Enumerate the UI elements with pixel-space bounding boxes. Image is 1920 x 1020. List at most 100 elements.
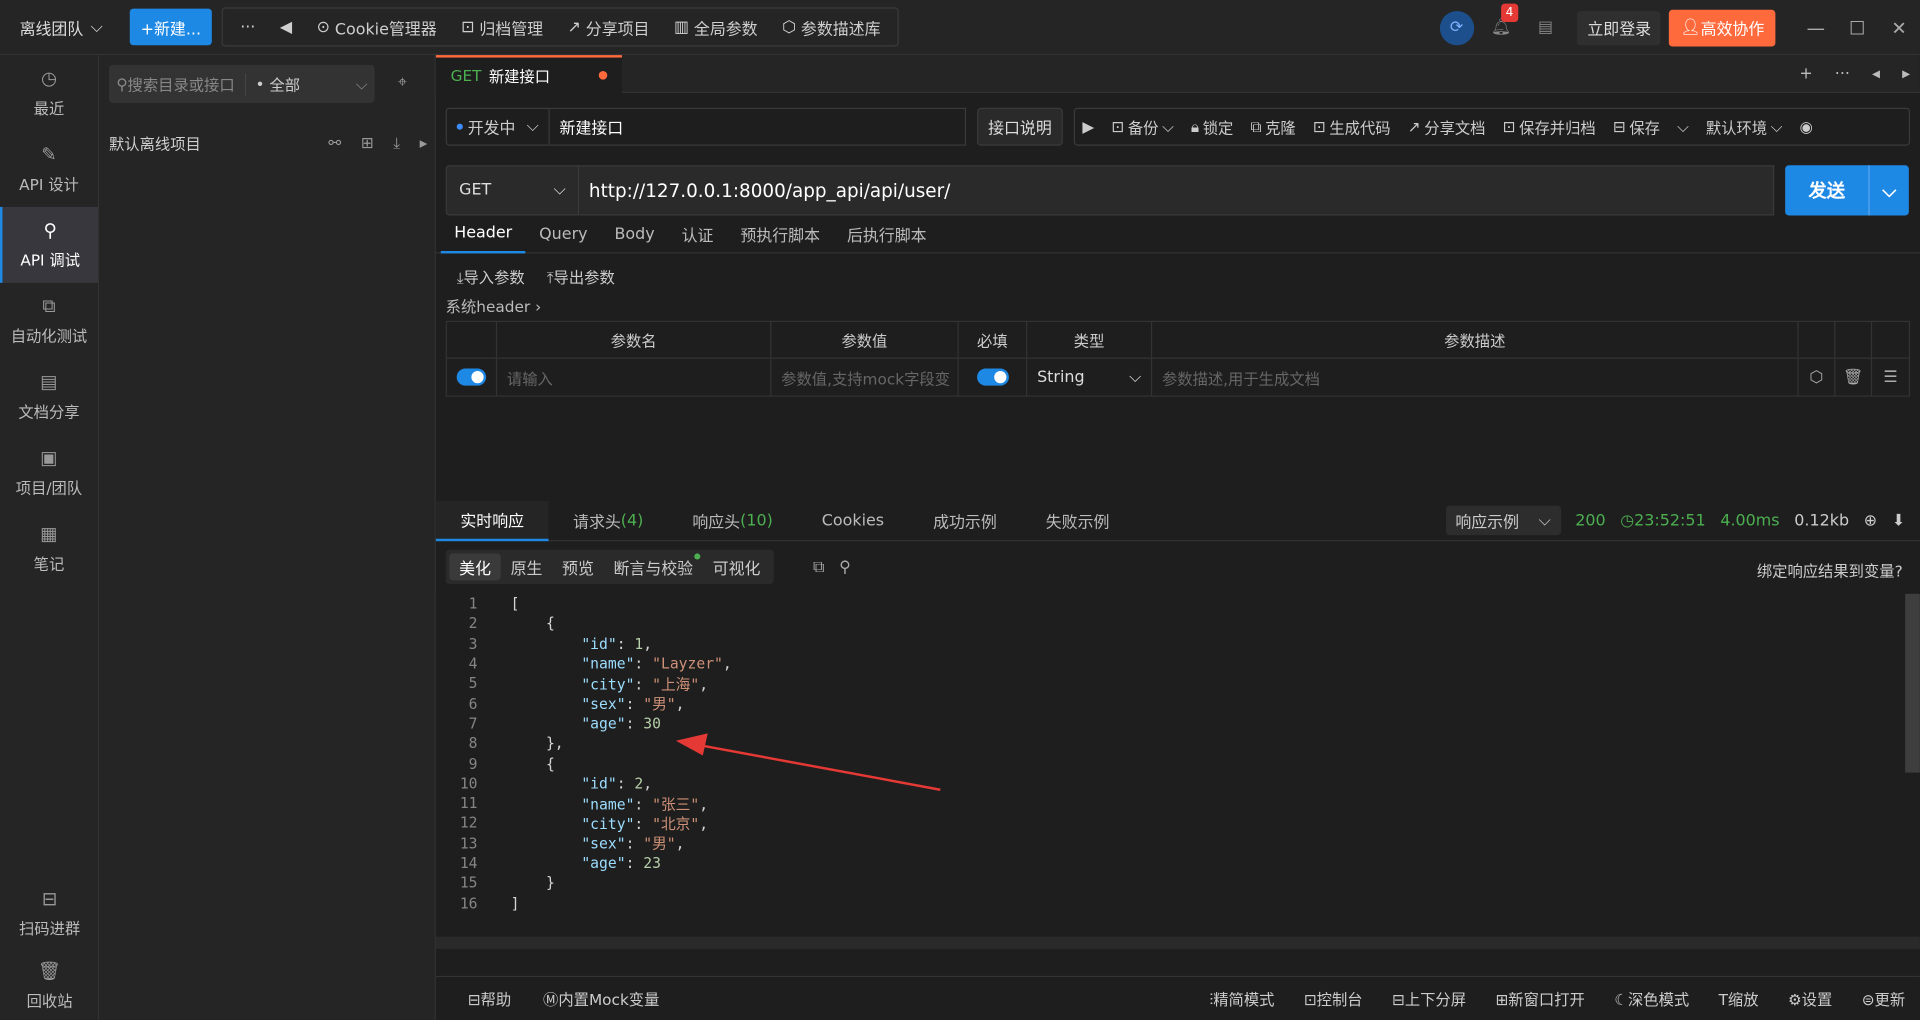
api-desc-button[interactable]: 接口说明	[977, 107, 1063, 146]
vertical-scrollbar[interactable]	[1905, 593, 1920, 773]
tab-query[interactable]: Query	[526, 215, 601, 253]
save-button[interactable]: ⊟ 保存	[1613, 115, 1660, 138]
expand-icon[interactable]: ▸	[420, 133, 428, 153]
help-button[interactable]: ⊟帮助	[468, 987, 511, 1010]
update-button[interactable]: ⊜更新	[1862, 987, 1905, 1010]
param-value-input[interactable]: 参数值,支持mock字段变	[771, 358, 959, 396]
tab-auth[interactable]: 认证	[668, 215, 727, 253]
gen-code-button[interactable]: ⊡ 生成代码	[1313, 115, 1391, 138]
close-icon[interactable]: ✕	[1878, 17, 1920, 39]
collab-button[interactable]: 👤︎ 高效协作	[1669, 9, 1776, 46]
view-assert[interactable]: 断言与校验	[604, 553, 703, 580]
env-select[interactable]: 默认环境 ⌵	[1706, 115, 1783, 138]
new-button[interactable]: +新建...	[129, 8, 213, 46]
system-header-toggle[interactable]: 系统header ›	[446, 294, 542, 317]
api-name-input[interactable]: 新建接口	[549, 107, 967, 146]
status-select[interactable]: 开发中 ⌵	[445, 107, 550, 146]
backup-button[interactable]: ⊡ 备份 ⌵	[1111, 115, 1173, 138]
settings-button[interactable]: ⚙设置	[1788, 987, 1832, 1010]
add-tab-icon[interactable]: +	[1799, 64, 1812, 82]
compact-mode-button[interactable]: ⫶精简模式	[1209, 987, 1274, 1010]
nav-qr-group[interactable]: ⊟ 扫码进群	[0, 875, 99, 951]
param-library-button[interactable]: ⬡ 参数描述库	[772, 15, 890, 39]
nav-doc-share[interactable]: ▤ 文档分享	[0, 359, 98, 435]
dark-mode-button[interactable]: ☾深色模式	[1614, 987, 1689, 1010]
new-folder-icon[interactable]: ⊞	[361, 133, 374, 153]
required-toggle[interactable]	[976, 368, 1009, 386]
example-select[interactable]: 响应示例 ⌵	[1445, 505, 1561, 536]
globe-icon[interactable]: ⊕	[1864, 511, 1877, 529]
bell-icon[interactable]: 🔔︎ 4	[1491, 3, 1519, 37]
download-icon[interactable]: ⬇	[1892, 511, 1905, 529]
maximize-icon[interactable]: ☐	[1837, 17, 1879, 39]
tab-realtime-response[interactable]: 实时响应	[435, 500, 549, 541]
project-row[interactable]: 默认离线项目 ⚯ ⊞ ⤓ ▸	[109, 131, 427, 154]
add-api-icon[interactable]: ⚯	[328, 133, 341, 153]
drag-handle-icon[interactable]: ☰	[1872, 359, 1909, 396]
tab-body[interactable]: Body	[601, 215, 668, 253]
horizontal-scrollbar[interactable]	[435, 936, 1920, 949]
collapse-left-icon[interactable]: ◀	[270, 18, 302, 36]
response-code-editor[interactable]: 1[ 2 { 3 "id": 1, 4 "name": "Layzer", 5 …	[435, 593, 1920, 932]
tab-header[interactable]: Header	[440, 215, 526, 253]
locate-icon[interactable]: ⌖	[398, 73, 407, 91]
save-archive-button[interactable]: ⊡ 保存并归档	[1503, 115, 1596, 138]
more-icon[interactable]: ···	[1835, 64, 1850, 82]
prev-tab-icon[interactable]: ◂	[1872, 64, 1880, 82]
archive-button[interactable]: ⊡ 归档管理	[451, 15, 553, 39]
mock-vars-button[interactable]: Ⓜ内置Mock变量	[543, 987, 659, 1010]
new-window-button[interactable]: ⊞新窗口打开	[1495, 987, 1584, 1010]
tab-success-example[interactable]: 成功示例	[909, 500, 1022, 540]
view-raw[interactable]: 原生	[501, 553, 552, 580]
download-icon[interactable]: ⤓	[393, 133, 400, 153]
share-project-button[interactable]: ↗ 分享项目	[558, 15, 660, 39]
split-view-button[interactable]: ⊟上下分屏	[1392, 987, 1466, 1010]
tab-pre-script[interactable]: 预执行脚本	[727, 215, 834, 253]
global-params-button[interactable]: ▥ 全局参数	[664, 15, 767, 39]
cookie-manager-button[interactable]: ⊙ Cookie管理器	[307, 15, 447, 39]
share-doc-button[interactable]: ↗ 分享文档	[1408, 115, 1486, 138]
tab-new-api[interactable]: GET 新建接口	[435, 54, 622, 93]
nav-project-team[interactable]: ▣ 项目/团队	[0, 435, 98, 511]
copy-icon[interactable]: ⧉	[813, 558, 824, 576]
cube-icon[interactable]: ⬡	[1799, 358, 1836, 396]
nav-notes[interactable]: ▦ 笔记	[0, 511, 98, 587]
more-icon[interactable]: ···	[230, 18, 265, 36]
nav-auto-test[interactable]: ⧉ 自动化测试	[0, 283, 98, 359]
import-params-button[interactable]: ⤓导入参数	[457, 264, 525, 287]
tab-response-headers[interactable]: 响应头 (10)	[668, 500, 797, 540]
export-params-button[interactable]: ⤒导出参数	[547, 264, 615, 287]
nav-api-debug[interactable]: ⚲ API 调试	[0, 206, 98, 283]
bind-variable-link[interactable]: 绑定响应结果到变量?	[1757, 558, 1903, 581]
chevron-down-icon[interactable]: ⌵	[1868, 165, 1908, 216]
zoom-button[interactable]: T缩放	[1719, 987, 1759, 1010]
minimize-icon[interactable]: —	[1795, 17, 1837, 39]
search-input[interactable]: 搜索目录或接口	[128, 72, 235, 95]
view-preview[interactable]: 预览	[552, 553, 603, 580]
run-icon[interactable]: ▶	[1082, 118, 1094, 136]
team-selector[interactable]: 离线团队 ⌵	[0, 0, 122, 54]
delete-icon[interactable]: 🗑︎	[1835, 358, 1873, 396]
nav-trash[interactable]: 🗑︎ 回收站	[0, 951, 99, 1020]
tab-fail-example[interactable]: 失败示例	[1021, 500, 1134, 540]
enable-toggle[interactable]	[456, 368, 487, 386]
view-pretty[interactable]: 美化	[449, 553, 501, 581]
filter-select[interactable]: • 全部	[255, 72, 300, 95]
save-dropdown-icon[interactable]: ⌵	[1677, 117, 1689, 137]
param-name-input[interactable]: 请输入	[497, 358, 772, 396]
send-button[interactable]: 发送 ⌵	[1785, 165, 1909, 216]
tab-request-headers[interactable]: 请求头 (4)	[549, 500, 668, 540]
notes-icon[interactable]: ▤	[1538, 18, 1553, 36]
param-desc-input[interactable]: 参数描述,用于生成文档	[1152, 358, 1799, 396]
search-icon[interactable]: ⚲	[839, 558, 851, 576]
search-box[interactable]: ⚲ 搜索目录或接口 • 全部 ⌵	[108, 64, 375, 103]
tab-cookies[interactable]: Cookies	[797, 500, 908, 540]
url-input[interactable]: http://127.0.0.1:8000/app_api/api/user/	[579, 165, 1775, 216]
sync-icon[interactable]: ⟳	[1439, 10, 1474, 45]
nav-api-design[interactable]: ✎ API 设计	[0, 131, 98, 207]
console-button[interactable]: ⊡控制台	[1304, 987, 1363, 1010]
clone-button[interactable]: ⧉ 克隆	[1250, 115, 1295, 138]
tab-post-script[interactable]: 后执行脚本	[833, 215, 940, 253]
method-select[interactable]: GET ⌵	[445, 165, 580, 216]
nav-recent[interactable]: ◷ 最近	[0, 55, 98, 131]
